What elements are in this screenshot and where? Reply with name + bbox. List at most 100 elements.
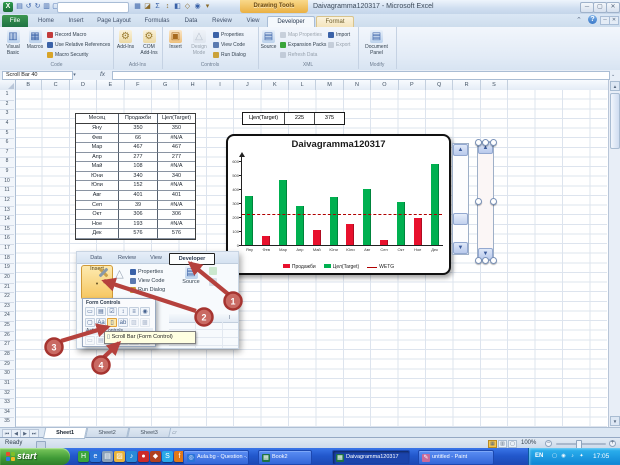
taskbar-window-4[interactable]: ✎ untitled - Paint — [418, 450, 494, 465]
inset-item-properties[interactable]: Properties — [129, 267, 175, 276]
app-red-icon[interactable]: ● — [138, 451, 149, 462]
inset-source-button[interactable]: ▤ Source — [178, 265, 204, 298]
vscroll-thumb[interactable] — [610, 93, 620, 149]
tab-home[interactable]: Home — [31, 16, 61, 27]
table-cell[interactable]: 401 — [119, 191, 158, 201]
ribbon-item-record-macro[interactable]: Record Macro — [46, 30, 112, 40]
app-grey-icon[interactable]: ▤ — [102, 451, 113, 462]
camera-icon[interactable]: ◉ — [193, 2, 202, 12]
zoom-in-icon[interactable]: + — [609, 440, 616, 447]
table-cell[interactable]: Фев — [76, 133, 119, 144]
addins-button[interactable]: ⚙ Add-Ins — [115, 29, 136, 62]
form-control-text-field-icon[interactable]: ab — [118, 317, 128, 327]
qat-box[interactable] — [57, 2, 129, 13]
table-cell[interactable]: 193 — [119, 219, 158, 230]
ribbon-item-run-dialog[interactable]: Run Dialog — [212, 50, 257, 60]
language-indicator[interactable]: EN — [535, 453, 543, 459]
table-cell[interactable]: Авг — [76, 191, 119, 201]
ribbon-item-refresh-data[interactable]: Refresh Data — [279, 50, 327, 60]
save-icon[interactable]: ▤ — [15, 2, 24, 12]
tab-review[interactable]: Review — [205, 16, 239, 27]
page-break-preview-button[interactable]: ▢ — [508, 439, 517, 448]
table-cell[interactable]: Юли — [76, 181, 119, 192]
print-icon[interactable]: ▥ — [42, 2, 51, 12]
column-header-D[interactable]: D — [70, 80, 98, 90]
scroll-up-icon[interactable]: ▲ — [610, 81, 620, 91]
formula-input[interactable] — [112, 71, 610, 80]
column-header-M[interactable]: M — [316, 80, 344, 90]
help-icon[interactable]: ? — [588, 15, 597, 24]
table-cell[interactable]: 467 — [119, 143, 158, 153]
selection-handle[interactable] — [482, 138, 489, 146]
activex-command-button-icon[interactable]: ▭ — [85, 336, 95, 345]
table-cell[interactable]: Мар — [76, 143, 119, 153]
ribbon-item-properties[interactable]: Properties — [212, 30, 257, 40]
column-header-J[interactable]: J — [234, 80, 262, 90]
inset-item-view-code[interactable]: View Code — [129, 276, 175, 285]
media-player-icon[interactable]: ♪ — [126, 451, 137, 462]
table-cell[interactable]: Яну — [76, 124, 119, 134]
table-cell[interactable]: Дек — [76, 229, 119, 239]
select-all-corner[interactable] — [0, 80, 16, 90]
column-header-H[interactable]: H — [179, 80, 207, 90]
fx-icon[interactable]: fx — [100, 71, 105, 78]
inset-tab-developer[interactable]: Developer — [169, 253, 215, 265]
start-button[interactable]: start — [0, 448, 70, 465]
visual-basic-button[interactable]: ▥ Visual Basic — [2, 29, 24, 62]
minimize-button[interactable]: ─ — [580, 2, 594, 13]
tab-file[interactable]: File — [2, 15, 28, 27]
dropdown-icon[interactable]: ▾ — [203, 2, 212, 12]
column-header-E[interactable]: E — [97, 80, 125, 90]
table-cell[interactable]: Май — [76, 162, 119, 172]
scrollbar-control-1[interactable]: ▲ ▼ — [452, 143, 469, 255]
target-label-cell[interactable]: Цел(Target) — [243, 113, 285, 124]
column-header-P[interactable]: P — [399, 80, 426, 90]
form-control-shaded-cell-icon[interactable]: ▨ — [129, 317, 139, 327]
tray-messenger-icon[interactable]: ✦ — [578, 453, 585, 460]
ribbon-item-macro-security[interactable]: Macro Security — [46, 50, 112, 60]
form-control-combo-box-icon[interactable]: ▤ — [96, 307, 106, 316]
restore-button[interactable]: ▢ — [593, 2, 607, 13]
table-cell[interactable]: 108 — [119, 162, 158, 172]
design-mode-button[interactable]: △ Design Mode — [188, 29, 210, 62]
scroll-down-icon[interactable]: ▼ — [610, 416, 620, 426]
table-cell[interactable]: #N/A — [158, 220, 195, 230]
column-header-cell[interactable]: Продажби — [119, 114, 158, 124]
tab-insert[interactable]: Insert — [61, 16, 91, 27]
normal-view-button[interactable]: ▦ — [488, 439, 497, 448]
form-control-more-icon[interactable]: ▩ — [140, 317, 150, 327]
app-maroon-icon[interactable]: ◆ — [150, 451, 161, 462]
ribbon-collapse-icon[interactable]: ⌃ — [576, 16, 582, 24]
internet-explorer-icon[interactable]: e — [90, 451, 101, 462]
taskbar-window-1[interactable]: ◎ Aula.bg - Question -... — [183, 450, 249, 465]
tray-volume-icon[interactable]: ♪ — [569, 453, 576, 460]
table-cell[interactable]: #N/A — [158, 134, 195, 144]
form-control-option-button-icon[interactable]: ◉ — [140, 307, 150, 316]
table-cell[interactable]: #N/A — [158, 181, 195, 192]
column-header-Q[interactable]: Q — [426, 80, 454, 90]
table-icon[interactable]: ▦ — [133, 2, 142, 12]
chart[interactable]: Daivagramma120317 0 100 200 300 400 500 600 Яну… — [226, 134, 451, 275]
sheet-tab-sheet1[interactable]: Sheet1 — [42, 428, 88, 439]
ribbon-item-expansion-packs[interactable]: Expansion Packs — [279, 40, 327, 50]
column-header-L[interactable]: L — [289, 80, 317, 90]
table-cell[interactable]: 350 — [158, 124, 195, 134]
ribbon-item-map-properties[interactable]: Map Properties — [279, 30, 327, 40]
fill-icon[interactable]: ◧ — [173, 2, 182, 12]
taskbar-window-3[interactable]: ▦ Daivagramma120317 — [332, 450, 410, 465]
close-button[interactable]: ✕ — [606, 2, 620, 13]
redo-icon[interactable]: ↻ — [33, 2, 42, 12]
selection-handle[interactable] — [474, 197, 482, 205]
sort-icon[interactable]: ↕ — [163, 2, 172, 12]
table-cell[interactable]: 340 — [158, 172, 195, 182]
table-cell[interactable]: Апр — [76, 152, 119, 163]
column-header-cell[interactable]: Цел(Target) — [158, 114, 195, 124]
column-header-G[interactable]: G — [152, 80, 180, 90]
app-green-icon[interactable]: H — [78, 451, 89, 462]
selection-handle[interactable] — [474, 138, 482, 146]
table-cell[interactable]: Ное — [76, 219, 119, 230]
zoom-level[interactable]: 100% — [521, 440, 536, 446]
form-control-group-box-icon[interactable]: ▢ — [85, 317, 95, 327]
table-cell[interactable]: 66 — [119, 133, 158, 144]
macros-button[interactable]: ▦ Macros — [25, 29, 45, 62]
